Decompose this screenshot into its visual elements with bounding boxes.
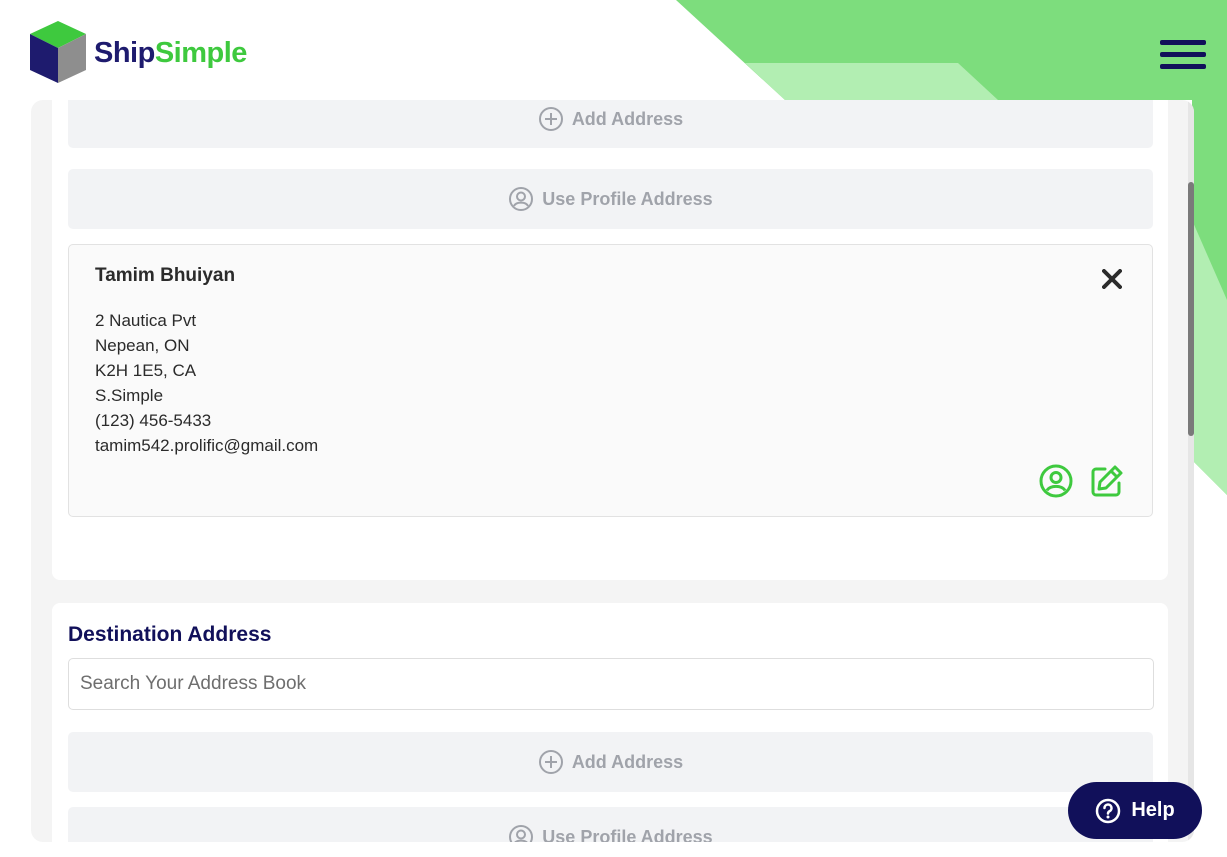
page: ShipSimple Add Address Use Profile Addre… <box>0 0 1227 857</box>
header: ShipSimple <box>0 0 1227 100</box>
close-icon[interactable] <box>1102 269 1122 294</box>
logo-simple: Simple <box>154 36 248 69</box>
plus-circle-icon <box>538 750 563 774</box>
destination-title: Destination Address <box>68 623 272 646</box>
main-panel: Add Address Use Profile Address Tamim Bh… <box>31 100 1194 842</box>
help-button[interactable]: Help <box>1068 782 1202 839</box>
scrollbar-thumb[interactable] <box>1188 182 1194 436</box>
user-circle-icon <box>509 825 534 842</box>
destination-add-address-label: Add Address <box>571 751 684 772</box>
origin-use-profile-address-button[interactable]: Use Profile Address <box>68 169 1153 229</box>
origin-address-card: Add Address Use Profile Address Tamim Bh… <box>52 100 1168 580</box>
address-city-province: Nepean, ON <box>95 336 190 355</box>
set-profile-address-icon[interactable] <box>1039 464 1073 503</box>
address-postal-country: K2H 1E5, CA <box>95 361 197 380</box>
address-phone: (123) 456-5433 <box>95 411 212 430</box>
hamburger-menu-icon[interactable] <box>1160 40 1206 74</box>
user-circle-icon <box>509 187 534 211</box>
destination-use-profile-label: Use Profile Address <box>542 826 713 843</box>
address-lines: 2 Nautica Pvt Nepean, ON K2H 1E5, CA S.S… <box>95 308 318 458</box>
address-street: 2 Nautica Pvt <box>95 311 197 330</box>
address-company: S.Simple <box>95 386 164 405</box>
origin-add-address-label: Add Address <box>571 108 684 129</box>
destination-search-input[interactable] <box>68 658 1154 710</box>
plus-circle-icon <box>538 107 563 131</box>
logo[interactable]: ShipSimple <box>28 20 247 84</box>
destination-add-address-button[interactable]: Add Address <box>68 732 1153 792</box>
selected-address-card: Tamim Bhuiyan 2 Nautica Pvt Nepean, ON K… <box>68 244 1153 517</box>
cube-logo-icon <box>30 21 86 83</box>
address-email: tamim542.prolific@gmail.com <box>95 436 319 455</box>
help-label: Help <box>1131 799 1175 821</box>
question-circle-icon <box>1096 798 1121 823</box>
origin-use-profile-label: Use Profile Address <box>542 188 713 209</box>
origin-add-address-button[interactable]: Add Address <box>68 100 1153 148</box>
destination-address-card: Destination Address Add Address Use Prof… <box>52 603 1168 842</box>
destination-use-profile-address-button[interactable]: Use Profile Address <box>68 807 1153 842</box>
logo-ship: Ship <box>94 36 155 69</box>
address-name: Tamim Bhuiyan <box>95 265 236 286</box>
edit-icon[interactable] <box>1090 464 1124 503</box>
logo-wordmark: ShipSimple <box>94 37 247 70</box>
